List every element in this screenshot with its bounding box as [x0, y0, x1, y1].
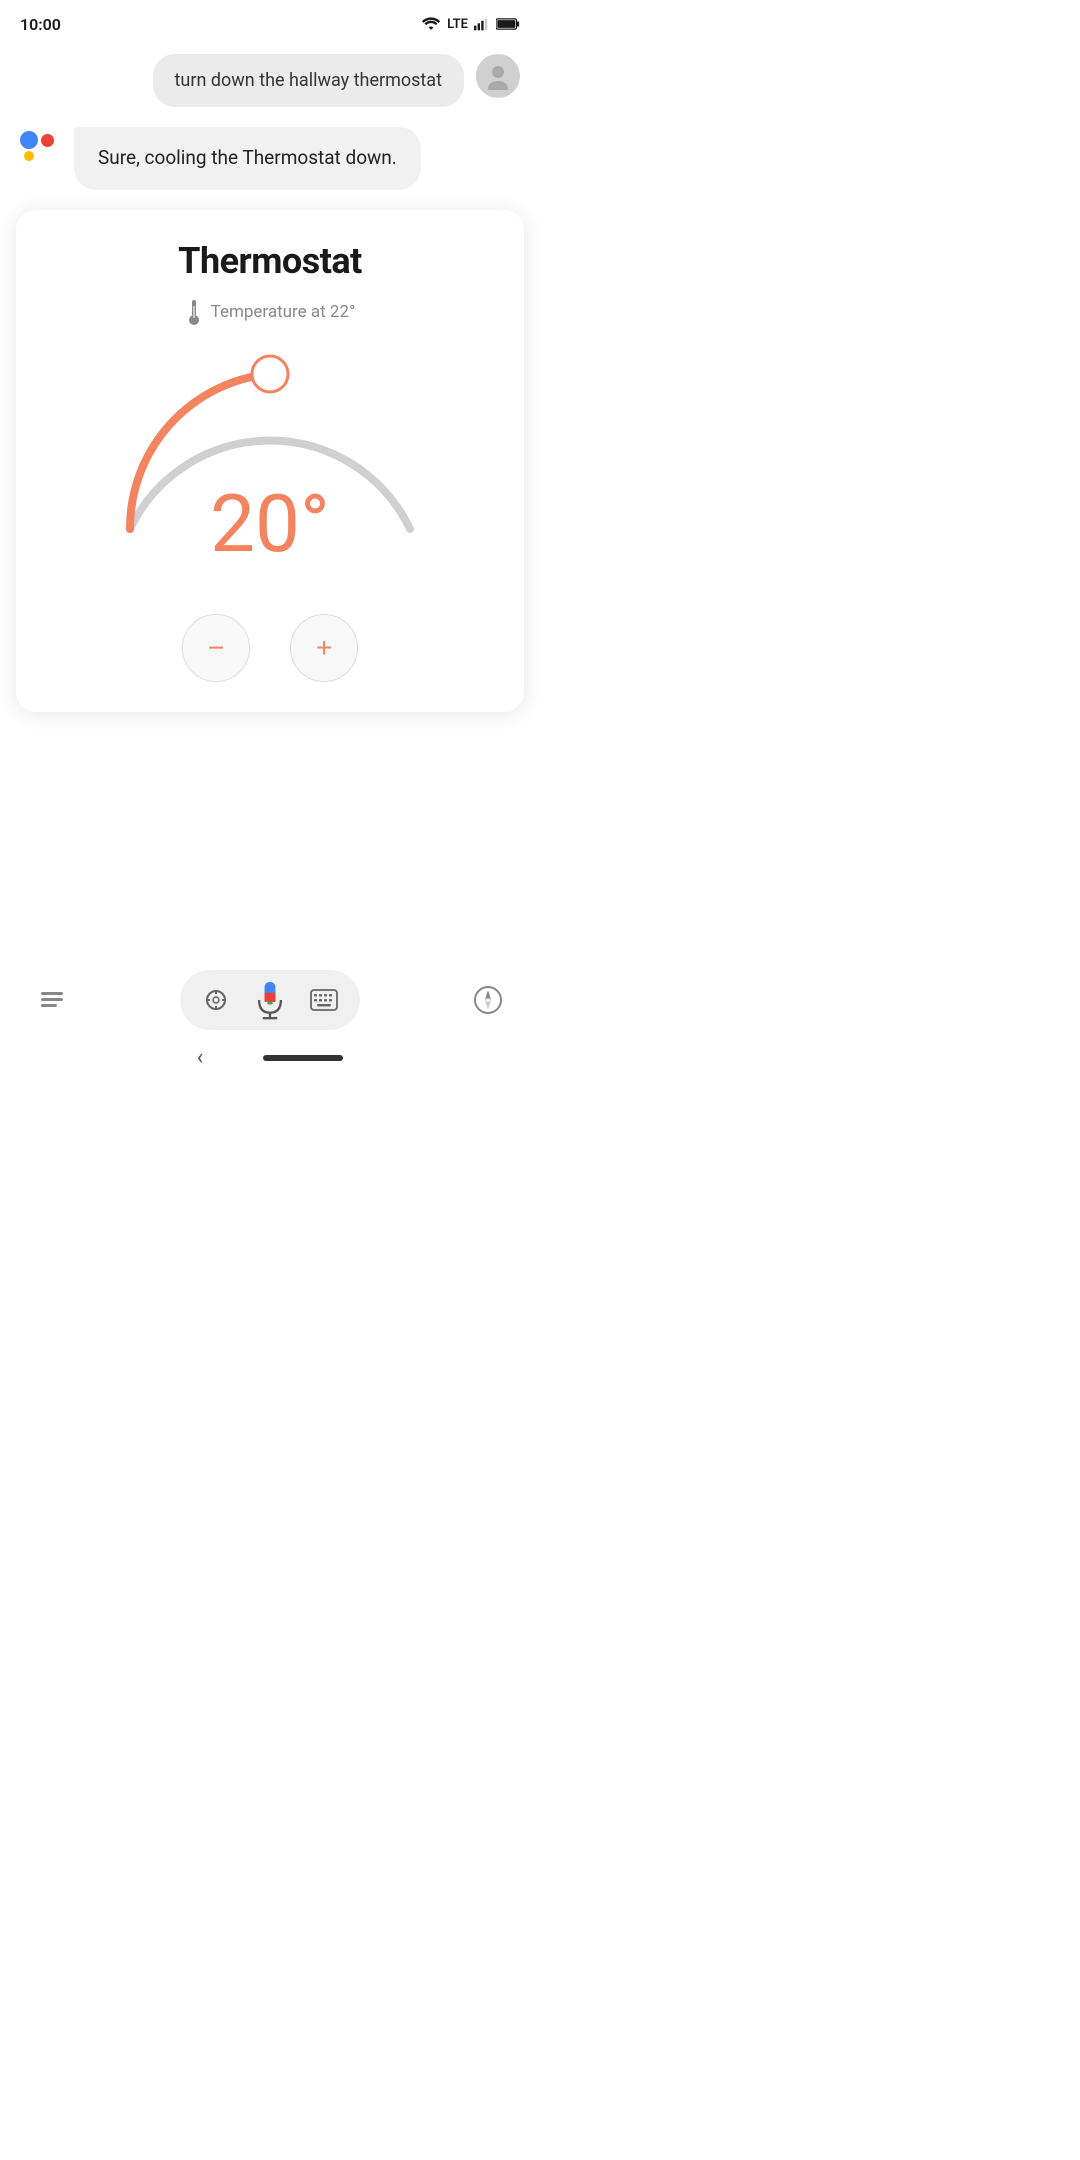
dot-blue [20, 131, 38, 149]
temp-display: 20° [100, 484, 440, 564]
status-bar: 10:00 LTE [0, 0, 540, 44]
wifi-icon [421, 16, 441, 32]
user-message-text: turn down the hallway thermostat [175, 70, 442, 91]
temp-label-row: Temperature at 22° [185, 298, 356, 326]
compass-button[interactable] [464, 976, 512, 1024]
status-icons: LTE [421, 16, 520, 32]
assistant-bubble: Sure, cooling the Thermostat down. [74, 127, 421, 190]
lte-label: LTE [447, 17, 468, 32]
signal-icon [474, 16, 490, 32]
arc-dial: 20° [100, 344, 440, 544]
home-pill[interactable] [263, 1055, 343, 1061]
lens-icon [203, 987, 229, 1013]
bottom-nav [0, 970, 540, 1030]
thermometer-icon [185, 298, 203, 326]
input-pill [180, 970, 360, 1030]
keyboard-icon [310, 989, 338, 1011]
user-message-row: turn down the hallway thermostat [20, 54, 520, 107]
status-time: 10:00 [20, 15, 61, 34]
assistant-icon-btn[interactable] [28, 976, 76, 1024]
avatar [476, 54, 520, 98]
compass-icon [473, 985, 503, 1015]
assistant-message-text: Sure, cooling the Thermostat down. [98, 146, 397, 169]
user-avatar-icon [484, 62, 512, 90]
mic-icon [254, 980, 286, 1020]
chat-area: turn down the hallway thermostat Sure, c… [0, 44, 540, 200]
thermostat-card: Thermostat Temperature at 22° 20° − + [16, 210, 524, 712]
decrease-button[interactable]: − [182, 614, 250, 682]
user-bubble: turn down the hallway thermostat [153, 54, 464, 107]
thermostat-title: Thermostat [178, 240, 362, 282]
temp-label-text: Temperature at 22° [211, 302, 356, 322]
lens-button[interactable] [200, 984, 232, 1016]
battery-icon [496, 17, 520, 31]
assistant-icon [38, 986, 66, 1014]
home-bar-row: ‹ [0, 1045, 540, 1070]
back-button[interactable]: ‹ [197, 1045, 204, 1070]
mic-button[interactable] [250, 980, 290, 1020]
increase-button[interactable]: + [290, 614, 358, 682]
controls-row: − + [182, 614, 358, 682]
dot-red [41, 134, 54, 147]
google-assistant-dots [20, 127, 74, 161]
assistant-message-row: Sure, cooling the Thermostat down. [20, 127, 520, 190]
dot-yellow [24, 151, 34, 161]
keyboard-button[interactable] [308, 984, 340, 1016]
